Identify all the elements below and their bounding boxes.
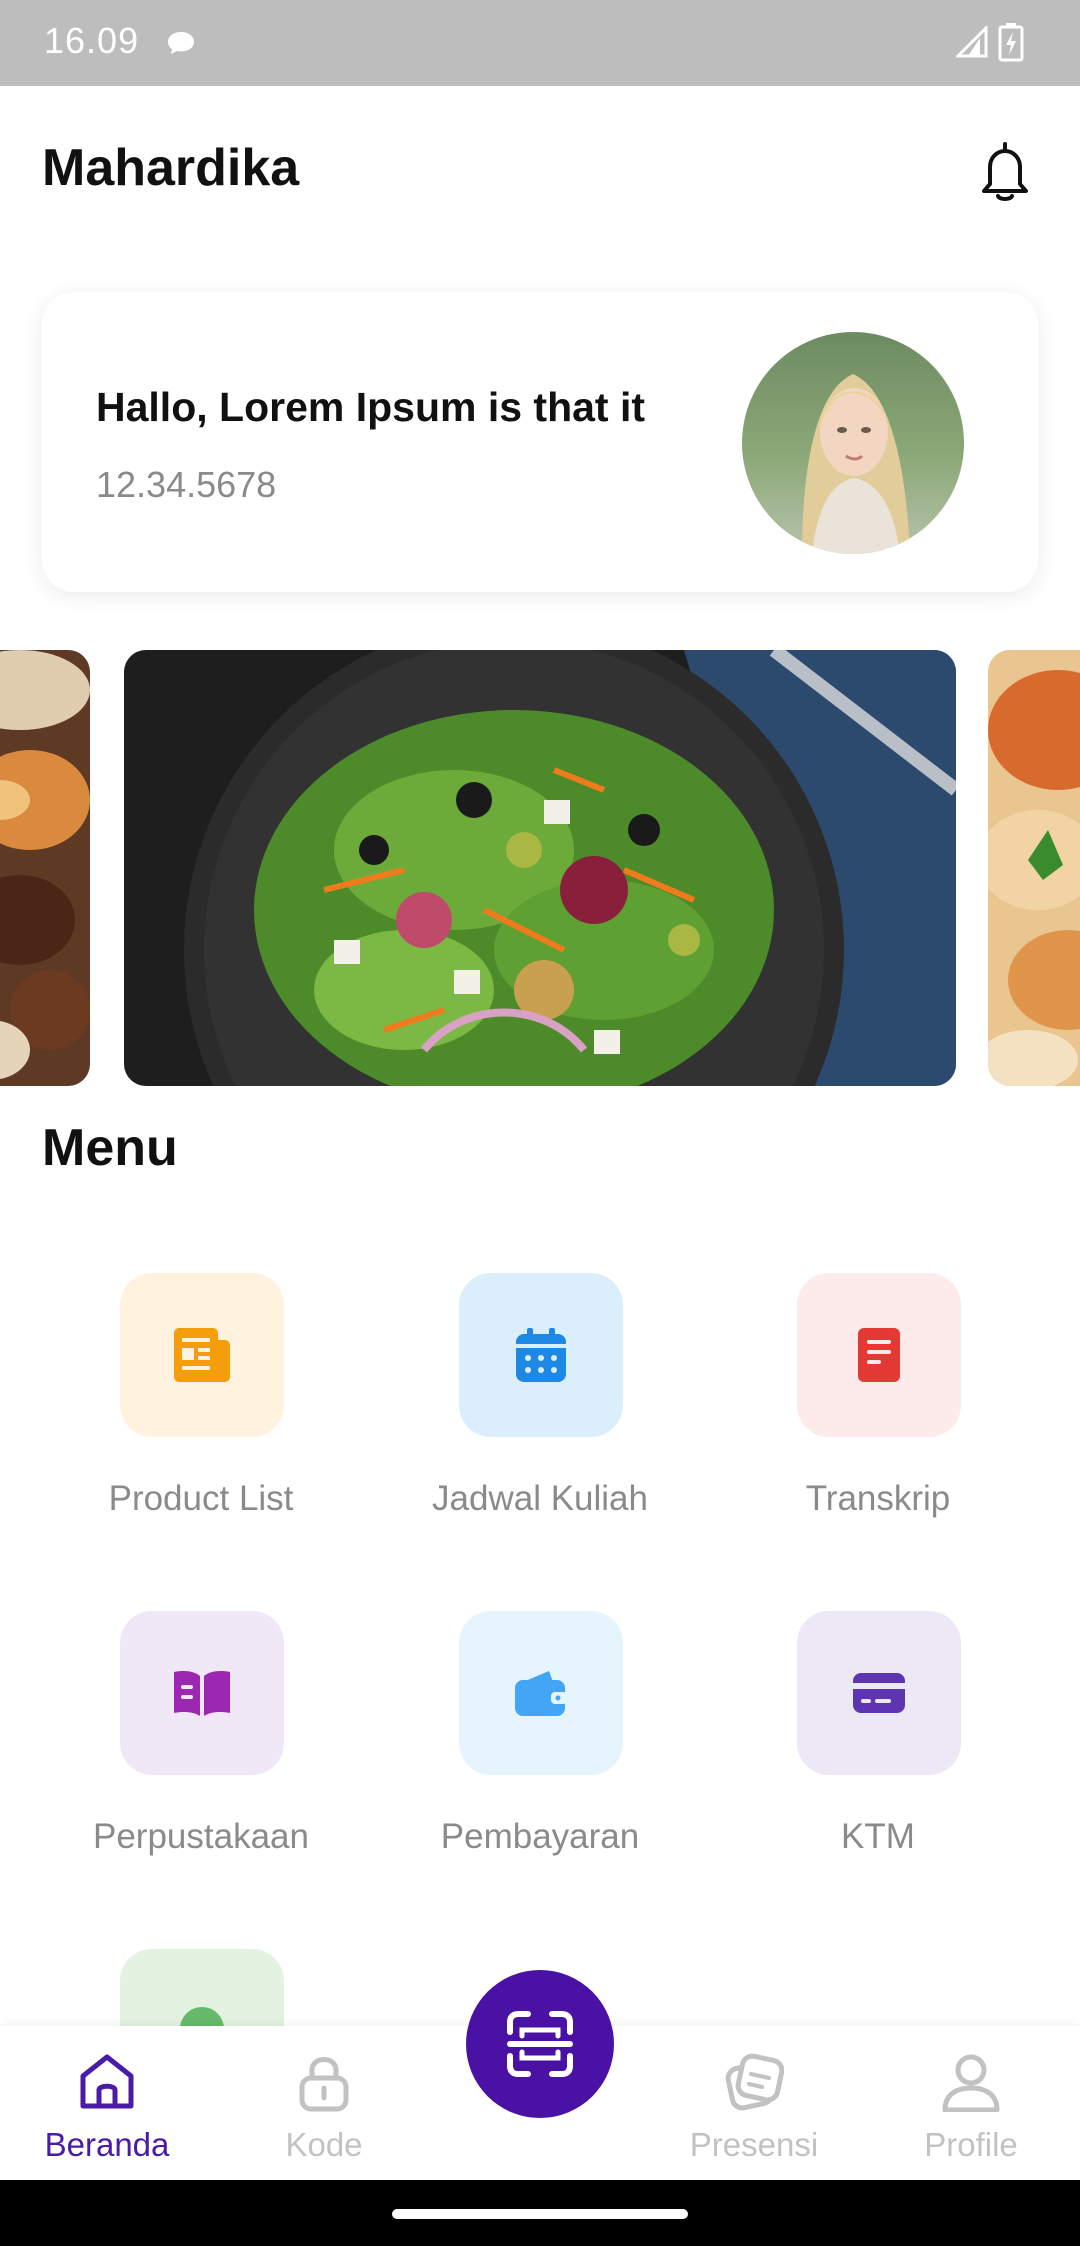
home-gesture-handle[interactable]: [392, 2209, 688, 2219]
menu-item-ktm[interactable]: KTM: [728, 1611, 1028, 1871]
calendar-icon: [516, 1328, 566, 1382]
document-icon: [858, 1328, 900, 1382]
menu-tile-product-list[interactable]: [120, 1273, 284, 1437]
notification-bell-icon[interactable]: [976, 140, 1034, 204]
menu-item-transkrip[interactable]: Transkrip: [728, 1273, 1028, 1533]
status-time: 16.09: [44, 20, 140, 61]
menu-tile-jadwal-kuliah[interactable]: [459, 1273, 623, 1437]
menu-tile-pembayaran[interactable]: [459, 1611, 623, 1775]
chat-notification-icon: [168, 32, 194, 54]
menu-label-ktm: KTM: [841, 1817, 915, 1856]
menu-tile-partial[interactable]: [120, 1949, 284, 2026]
newspaper-icon: [174, 1328, 230, 1382]
book-icon: [174, 1671, 230, 1716]
carousel-slide-next[interactable]: [988, 650, 1080, 1086]
menu-label-product-list: Product List: [108, 1479, 294, 1518]
menu-label-transkrip: Transkrip: [805, 1479, 951, 1518]
card-icon: [853, 1673, 905, 1713]
carousel-slide-previous[interactable]: [0, 650, 90, 1086]
menu-heading: Menu: [42, 1119, 178, 1177]
battery-charging-icon: [998, 23, 1024, 62]
system-navigation-bar: [0, 2180, 1080, 2246]
nav-presensi[interactable]: Presensi: [644, 2052, 864, 2172]
nav-label-presensi: Presensi: [689, 2126, 819, 2163]
page-title: Mahardika: [42, 139, 300, 197]
nav-label-profile: Profile: [924, 2126, 1018, 2163]
nav-kode[interactable]: Kode: [214, 2052, 434, 2172]
nav-label-beranda: Beranda: [44, 2126, 170, 2163]
greeting-text: Hallo, Lorem Ipsum is that it: [96, 384, 646, 430]
user-icon: [942, 2054, 1000, 2112]
lock-icon: [299, 2057, 349, 2112]
menu-tile-transkrip[interactable]: [797, 1273, 961, 1437]
home-icon: [80, 2054, 134, 2109]
scan-button[interactable]: [466, 1970, 614, 2118]
scan-icon: [507, 2011, 573, 2077]
profile-card[interactable]: Hallo, Lorem Ipsum is that it 12.34.5678: [42, 292, 1038, 592]
menu-item-pembayaran[interactable]: Pembayaran: [390, 1611, 690, 1871]
avatar[interactable]: [742, 332, 964, 554]
wallet-icon: [515, 1671, 567, 1716]
menu-item-partial[interactable]: [120, 1949, 284, 2026]
circle-icon: [180, 2007, 224, 2026]
nav-profile[interactable]: Profile: [861, 2052, 1080, 2172]
menu-item-perpustakaan[interactable]: Perpustakaan: [51, 1611, 351, 1871]
menu-item-jadwal-kuliah[interactable]: Jadwal Kuliah: [390, 1273, 690, 1533]
menu-item-product-list[interactable]: Product List: [51, 1273, 351, 1533]
nav-label-kode: Kode: [285, 2126, 363, 2163]
student-id: 12.34.5678: [96, 464, 277, 505]
carousel-slide-salad[interactable]: [124, 650, 956, 1086]
nav-beranda[interactable]: Beranda: [0, 2052, 217, 2172]
notes-icon: [725, 2053, 784, 2111]
status-bar: 16.09: [0, 0, 1080, 86]
signal-icon: [956, 26, 988, 58]
menu-label-jadwal-kuliah: Jadwal Kuliah: [432, 1479, 648, 1518]
menu-label-pembayaran: Pembayaran: [440, 1817, 640, 1856]
menu-tile-perpustakaan[interactable]: [120, 1611, 284, 1775]
menu-label-perpustakaan: Perpustakaan: [93, 1817, 309, 1856]
menu-tile-ktm[interactable]: [797, 1611, 961, 1775]
